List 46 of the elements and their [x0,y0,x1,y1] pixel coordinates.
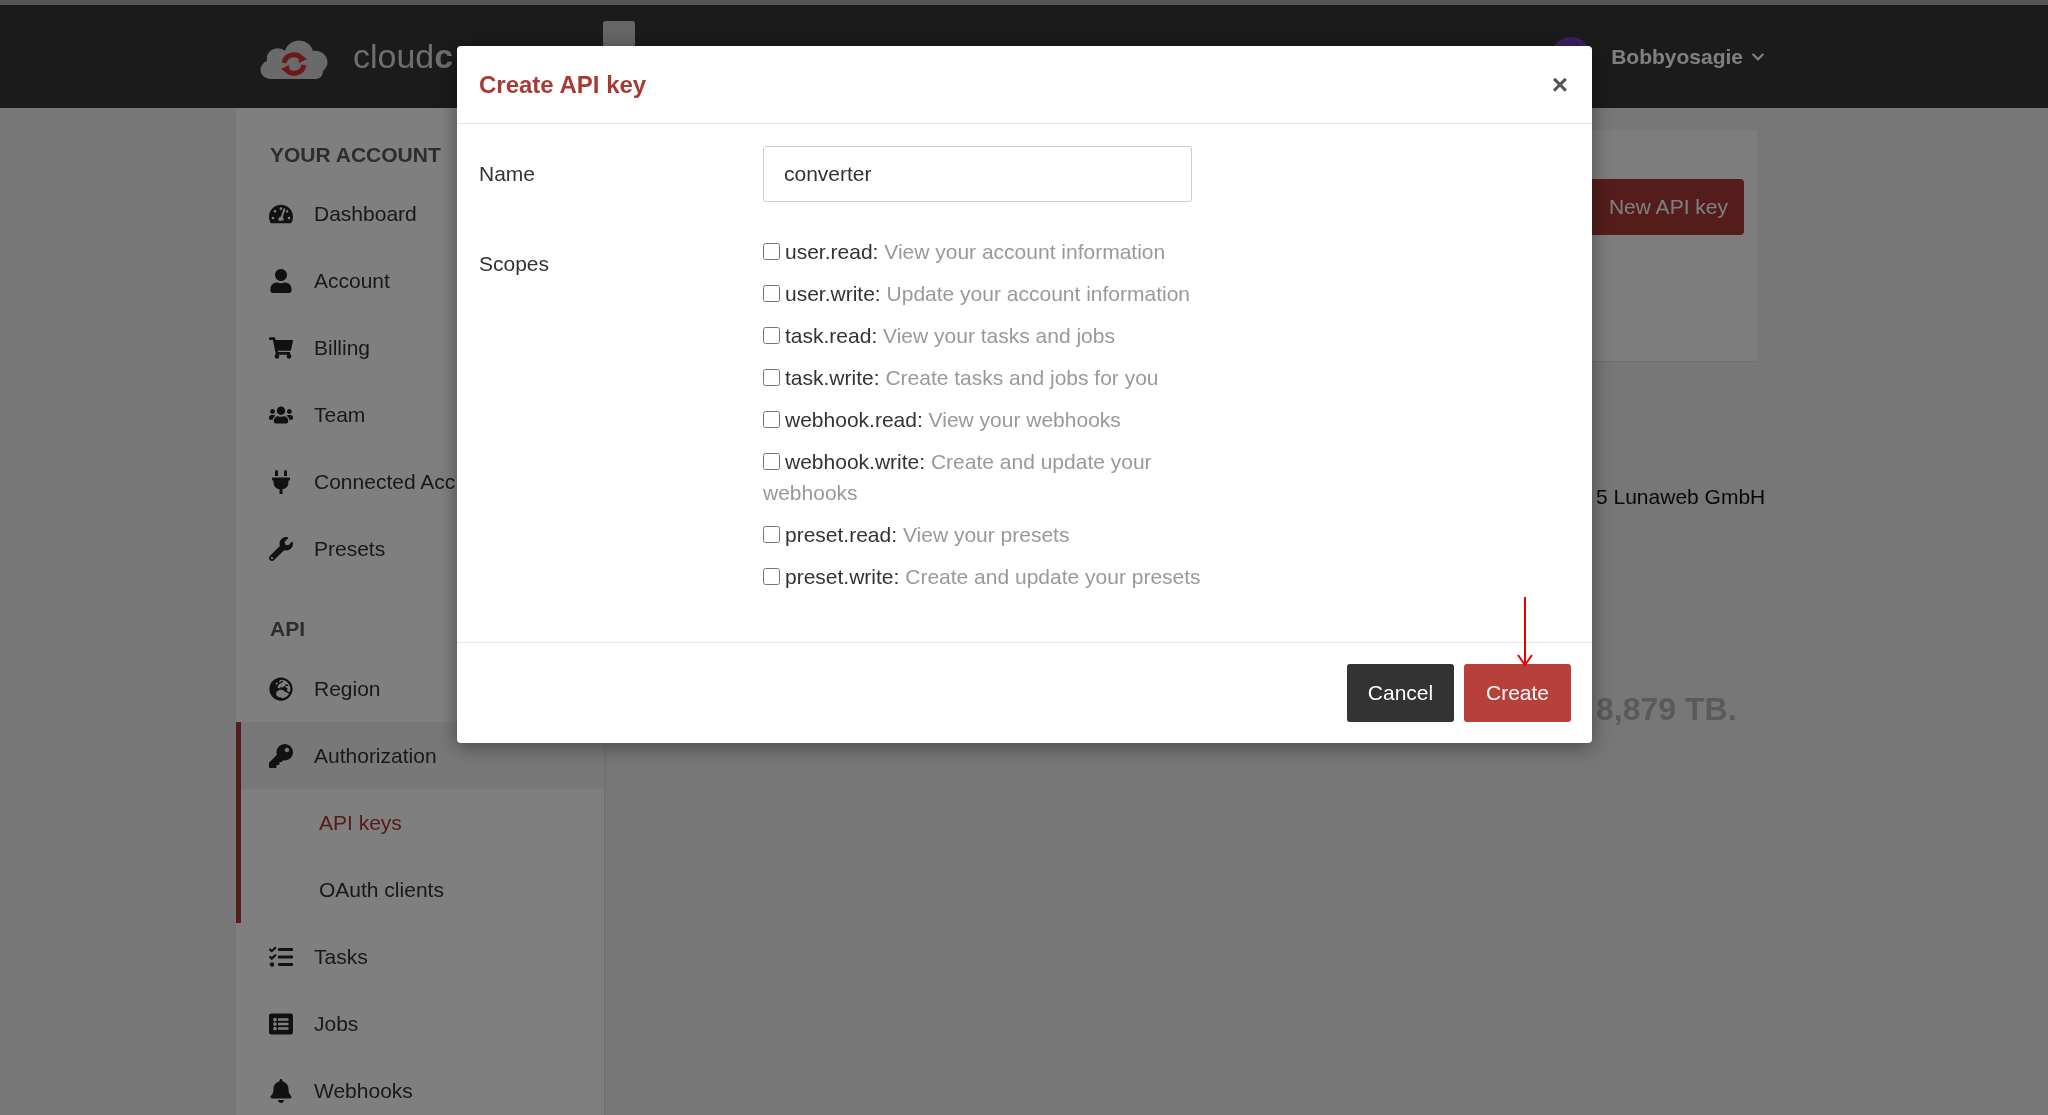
cart-icon [268,335,294,360]
sidebar-subitem[interactable]: API keys [241,789,604,856]
scope-option[interactable]: preset.write: Create and update your presets [763,555,1247,597]
section-heading: API [269,616,306,642]
sidebar-item[interactable]: Region [236,655,604,722]
user-menu[interactable]: Bobbyosagie [1611,44,1765,69]
checkbox[interactable] [763,368,780,386]
bell-icon [268,1078,294,1103]
checkbox[interactable] [763,242,780,260]
sidebar-item[interactable]: Tasks [236,923,604,990]
scope-option[interactable]: webhook.read: View your webhooks [763,398,1247,440]
key-icon [268,743,294,768]
wrench-icon [268,536,294,561]
sidebar-item[interactable]: Billing [236,314,604,381]
scope-option[interactable]: user.read: View your account information [763,230,1247,272]
checkbox[interactable] [763,525,780,543]
sidebar-item[interactable]: Webhooks [236,1057,604,1115]
user-icon [268,268,294,293]
logo-text: cloudc [353,37,454,76]
dialog-title: Create API key [479,70,647,99]
list-icon [268,1011,294,1036]
close-button[interactable]: × [1551,68,1568,101]
checkbox[interactable] [763,284,780,302]
scope-option[interactable]: preset.read: View your presets [763,513,1247,555]
annotation-arrow [1515,597,1535,667]
scope-option[interactable]: user.write: Update your account information [763,272,1247,314]
scope-option[interactable]: task.read: View your tasks and jobs [763,314,1247,356]
copyright-text: 5 Lunaweb GmbH [1596,485,1766,508]
sidebar-item[interactable]: Jobs [236,990,604,1057]
section-heading: YOUR ACCOUNT [269,142,442,168]
checklist-icon [268,944,294,969]
field-label: Scopes [479,251,550,277]
checkbox[interactable] [763,452,780,470]
create-button[interactable]: Create [1464,664,1571,722]
checkbox[interactable] [763,567,780,585]
sidebar-item[interactable]: Presets [236,515,604,582]
name-field[interactable]: converter [763,146,1192,202]
scope-option[interactable]: task.write: Create tasks and jobs for you [763,356,1247,398]
sidebar-item[interactable]: Team [236,381,604,448]
cancel-button[interactable]: Cancel [1347,664,1454,722]
checkbox[interactable] [763,326,780,344]
globe-icon [268,676,294,701]
scope-option[interactable]: webhook.write: Create and update your webhooks [763,440,1247,513]
sidebar-item[interactable]: Connected Acc [236,448,604,515]
checkbox[interactable] [763,410,780,428]
sidebar-subitem[interactable]: OAuth clients [241,856,604,923]
